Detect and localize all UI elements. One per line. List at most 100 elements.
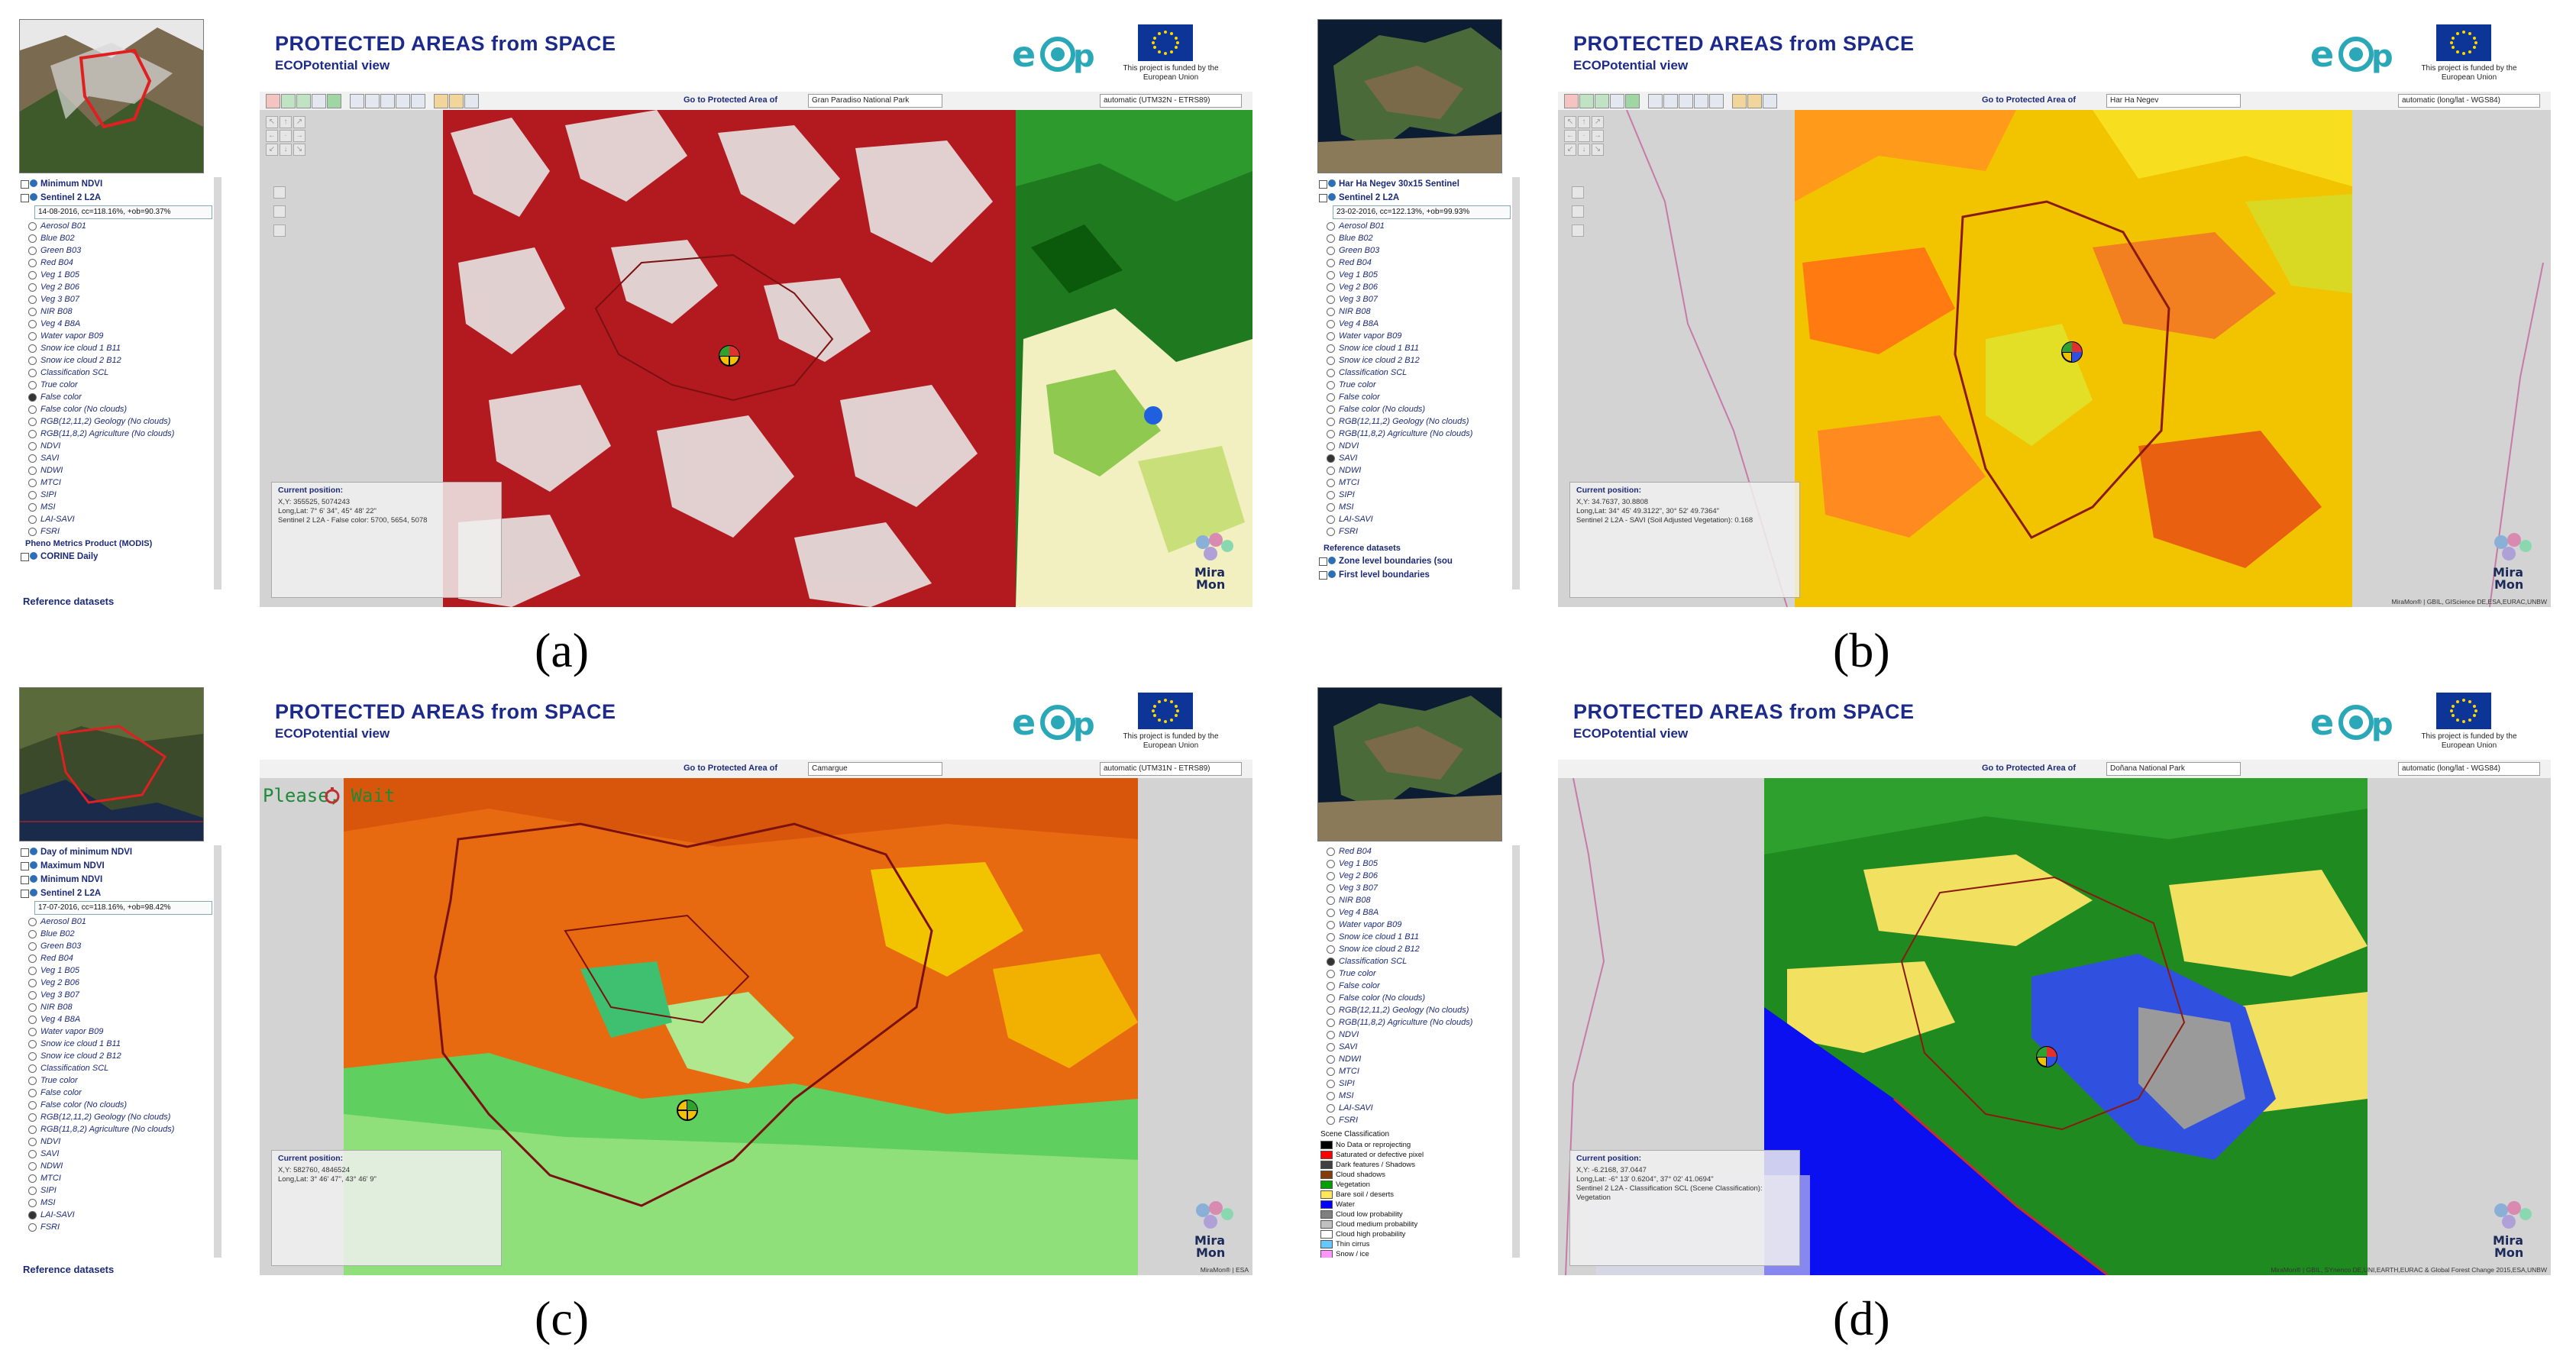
layer-option[interactable]: False color (No clouds) xyxy=(1317,403,1512,415)
minimap[interactable] xyxy=(19,19,204,173)
radio-button[interactable] xyxy=(1327,357,1335,365)
radio-button[interactable] xyxy=(28,991,37,1000)
date-select[interactable]: 17-07-2016, cc=118.16%, +ob=98.42% xyxy=(34,901,212,915)
layer-option[interactable]: Red B04 xyxy=(19,952,214,964)
radio-button[interactable] xyxy=(1327,1116,1335,1125)
radio-button[interactable] xyxy=(28,381,37,389)
radio-button[interactable] xyxy=(1327,283,1335,292)
radio-button[interactable] xyxy=(1327,528,1335,536)
radio-button[interactable] xyxy=(28,942,37,951)
radio-button[interactable] xyxy=(28,1187,37,1195)
minimap[interactable] xyxy=(1317,19,1502,173)
radio-button[interactable] xyxy=(28,259,37,267)
layer-option[interactable]: RGB(12,11,2) Geology (No clouds) xyxy=(19,1111,214,1123)
layer-option[interactable]: SAVI xyxy=(19,1148,214,1160)
radio-button[interactable] xyxy=(1327,222,1335,231)
radio-button[interactable] xyxy=(1327,332,1335,341)
radio-button[interactable] xyxy=(1327,896,1335,905)
layer-option[interactable]: Veg 2 B06 xyxy=(1317,281,1512,293)
layer-option[interactable]: Snow ice cloud 2 B12 xyxy=(19,354,214,367)
protected-area-select[interactable]: Har Ha Negev xyxy=(2106,94,2241,108)
radio-button[interactable] xyxy=(28,979,37,987)
layer-option[interactable]: NIR B08 xyxy=(1317,894,1512,906)
layer-option[interactable]: Snow ice cloud 2 B12 xyxy=(1317,943,1512,955)
layer-group-item[interactable]: Sentinel 2 L2A xyxy=(19,887,214,900)
radio-button[interactable] xyxy=(1327,884,1335,893)
layer-option[interactable]: Blue B02 xyxy=(19,232,214,244)
pan-controls[interactable]: ↖ ↑ ↗ ← · → ↙ ↓ ↘ xyxy=(1564,116,1604,170)
layer-option[interactable]: NDVI xyxy=(19,1135,214,1148)
checkbox[interactable] xyxy=(21,180,29,189)
layer-option[interactable]: MTCI xyxy=(1317,476,1512,489)
protected-area-select[interactable]: Doñana National Park xyxy=(2106,762,2241,776)
layer-option[interactable]: Veg 2 B06 xyxy=(19,281,214,293)
layer-option[interactable]: Classification SCL xyxy=(19,367,214,379)
layer-option[interactable]: Snow ice cloud 1 B11 xyxy=(19,1038,214,1050)
layer-option[interactable]: NDWI xyxy=(1317,464,1512,476)
tool-button[interactable] xyxy=(1595,94,1609,108)
radio-button[interactable] xyxy=(28,528,37,536)
tool-button[interactable] xyxy=(350,94,364,108)
zoom-in-button[interactable] xyxy=(273,186,286,199)
zoom-out-button[interactable] xyxy=(273,224,286,237)
radio-button[interactable] xyxy=(28,442,37,451)
radio-button[interactable] xyxy=(1327,320,1335,328)
radio-button[interactable] xyxy=(28,308,37,316)
radio-button[interactable] xyxy=(28,515,37,524)
projection-select[interactable]: automatic (UTM31N - ETRS89) xyxy=(1100,762,1242,776)
protected-area-select[interactable]: Camargue xyxy=(808,762,942,776)
radio-button[interactable] xyxy=(28,1211,37,1219)
radio-button[interactable] xyxy=(1327,271,1335,279)
layer-option[interactable]: MSI xyxy=(19,501,214,513)
layer-option[interactable]: SAVI xyxy=(19,452,214,464)
radio-button[interactable] xyxy=(28,296,37,304)
radio-button[interactable] xyxy=(28,369,37,377)
radio-button[interactable] xyxy=(28,467,37,475)
radio-button[interactable] xyxy=(28,454,37,463)
radio-button[interactable] xyxy=(1327,933,1335,942)
radio-button[interactable] xyxy=(28,503,37,512)
checkbox[interactable] xyxy=(21,862,29,870)
layer-option[interactable]: MSI xyxy=(1317,501,1512,513)
radio-button[interactable] xyxy=(28,1077,37,1085)
tool-button[interactable] xyxy=(1648,94,1663,108)
tool-button[interactable] xyxy=(1694,94,1708,108)
pan-controls[interactable]: ↖ ↑ ↗ ← · → ↙ ↓ ↘ xyxy=(266,116,305,170)
radio-button[interactable] xyxy=(1327,1055,1335,1064)
tool-button[interactable] xyxy=(411,94,425,108)
tool-button[interactable] xyxy=(1709,94,1724,108)
layer-option[interactable]: True color xyxy=(1317,967,1512,980)
layer-option[interactable]: MSI xyxy=(19,1197,214,1209)
radio-button[interactable] xyxy=(28,234,37,243)
radio-button[interactable] xyxy=(28,930,37,938)
info-icon[interactable] xyxy=(1328,557,1336,564)
radio-button[interactable] xyxy=(1327,418,1335,426)
checkbox[interactable] xyxy=(1319,180,1327,189)
radio-button[interactable] xyxy=(28,1138,37,1146)
info-icon[interactable] xyxy=(30,552,37,560)
checkbox[interactable] xyxy=(1319,194,1327,202)
layer-option[interactable]: Veg 4 B8A xyxy=(19,1013,214,1025)
info-icon[interactable] xyxy=(30,889,37,896)
radio-button[interactable] xyxy=(28,1101,37,1109)
radio-button[interactable] xyxy=(28,1199,37,1207)
radio-button[interactable] xyxy=(1327,1019,1335,1027)
radio-button[interactable] xyxy=(1327,491,1335,499)
radio-button[interactable] xyxy=(28,491,37,499)
layer-list[interactable]: Red B04 Veg 1 B05 Veg 2 B06 Veg 3 B07 NIR B0… xyxy=(1317,845,1520,1258)
layer-option[interactable]: Red B04 xyxy=(19,257,214,269)
layer-option[interactable]: RGB(11,8,2) Agriculture (No clouds) xyxy=(19,1123,214,1135)
tool-button[interactable] xyxy=(266,94,280,108)
layer-group-item[interactable]: Minimum NDVI xyxy=(19,873,214,887)
layer-option[interactable]: MSI xyxy=(1317,1090,1512,1102)
layer-option[interactable]: Green B03 xyxy=(19,940,214,952)
radio-button[interactable] xyxy=(28,1113,37,1122)
info-icon[interactable] xyxy=(30,193,37,201)
radio-button[interactable] xyxy=(28,1016,37,1024)
layer-option[interactable]: Veg 1 B05 xyxy=(19,964,214,977)
tool-button[interactable] xyxy=(1610,94,1624,108)
tool-button[interactable] xyxy=(281,94,296,108)
layer-option[interactable]: RGB(12,11,2) Geology (No clouds) xyxy=(1317,1004,1512,1016)
layer-option[interactable]: NIR B08 xyxy=(19,1001,214,1013)
tool-button[interactable] xyxy=(327,94,341,108)
